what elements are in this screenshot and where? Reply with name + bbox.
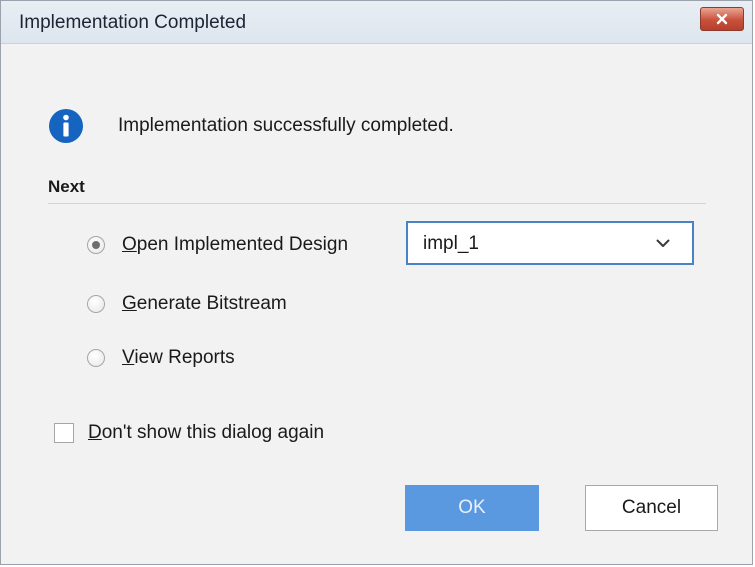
- close-icon: [716, 13, 728, 25]
- radio-open-implemented-design[interactable]: Open Implemented Design: [87, 234, 348, 256]
- run-select-dropdown[interactable]: impl_1: [406, 221, 694, 265]
- dont-show-again-label: Don't show this dialog again: [88, 422, 325, 443]
- chevron-down-icon: [656, 239, 670, 247]
- next-section-label: Next: [48, 177, 85, 196]
- close-button[interactable]: [700, 7, 744, 31]
- dont-show-again-option[interactable]: Don't show this dialog again: [54, 422, 324, 444]
- radio-button-selected[interactable]: [87, 236, 105, 254]
- ok-button[interactable]: OK: [405, 485, 539, 531]
- run-select-value: impl_1: [423, 233, 479, 254]
- radio-selected-dot: [92, 241, 100, 249]
- radio-view-reports[interactable]: View Reports: [87, 347, 235, 369]
- title-bar[interactable]: Implementation Completed: [1, 1, 752, 44]
- radio-button[interactable]: [87, 349, 105, 367]
- window-title: Implementation Completed: [19, 12, 247, 33]
- dont-show-again-checkbox[interactable]: [54, 423, 74, 443]
- cancel-button[interactable]: Cancel: [585, 485, 718, 531]
- info-icon: [49, 109, 83, 143]
- radio-button[interactable]: [87, 295, 105, 313]
- status-message: Implementation successfully completed.: [118, 115, 454, 136]
- radio-label-generate-bitstream: Generate Bitstream: [122, 293, 287, 314]
- dialog-window: Implementation Completed Implementation …: [0, 0, 753, 565]
- radio-generate-bitstream[interactable]: Generate Bitstream: [87, 293, 287, 315]
- section-divider: [48, 203, 706, 204]
- dialog-body: Implementation successfully completed. N…: [1, 44, 752, 564]
- radio-label-open-implemented-design: Open Implemented Design: [122, 234, 349, 255]
- radio-label-view-reports: View Reports: [122, 347, 235, 368]
